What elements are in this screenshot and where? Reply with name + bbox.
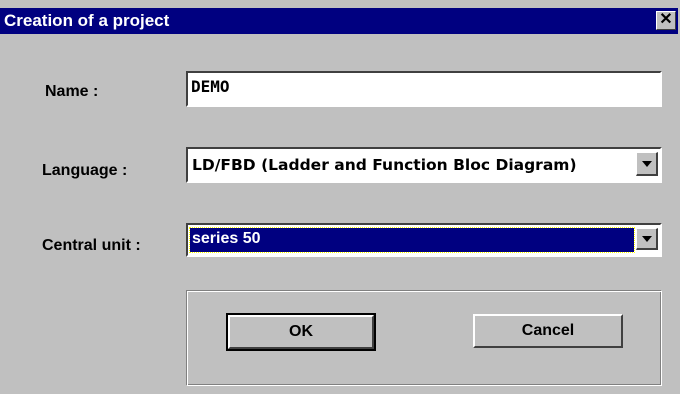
language-select[interactable]: LD/FBD (Ladder and Function Bloc Diagram… (186, 147, 662, 183)
title-bar: Creation of a project ✕ (0, 8, 678, 34)
language-dropdown-button[interactable] (636, 152, 658, 176)
project-creation-dialog: Creation of a project ✕ Name : DEMO Lang… (0, 0, 680, 394)
dialog-body: Name : DEMO Language : LD/FBD (Ladder an… (0, 34, 680, 394)
central-unit-select[interactable]: series 50 (186, 223, 662, 257)
chevron-down-icon (642, 161, 652, 167)
central-unit-label: Central unit : (42, 237, 141, 254)
name-label: Name : (45, 83, 99, 100)
language-label: Language : (42, 162, 128, 179)
close-button[interactable]: ✕ (656, 11, 676, 30)
button-group: OK Cancel (186, 290, 662, 386)
ok-button[interactable]: OK (226, 313, 376, 351)
cancel-button[interactable]: Cancel (473, 314, 623, 348)
chevron-down-icon (642, 236, 652, 242)
central-unit-select-value: series 50 (189, 227, 635, 253)
dialog-title: Creation of a project (4, 11, 170, 30)
close-icon: ✕ (659, 11, 673, 28)
central-unit-dropdown-button[interactable] (636, 228, 658, 250)
language-select-value: LD/FBD (Ladder and Function Bloc Diagram… (192, 156, 577, 174)
name-input[interactable]: DEMO (186, 71, 662, 107)
